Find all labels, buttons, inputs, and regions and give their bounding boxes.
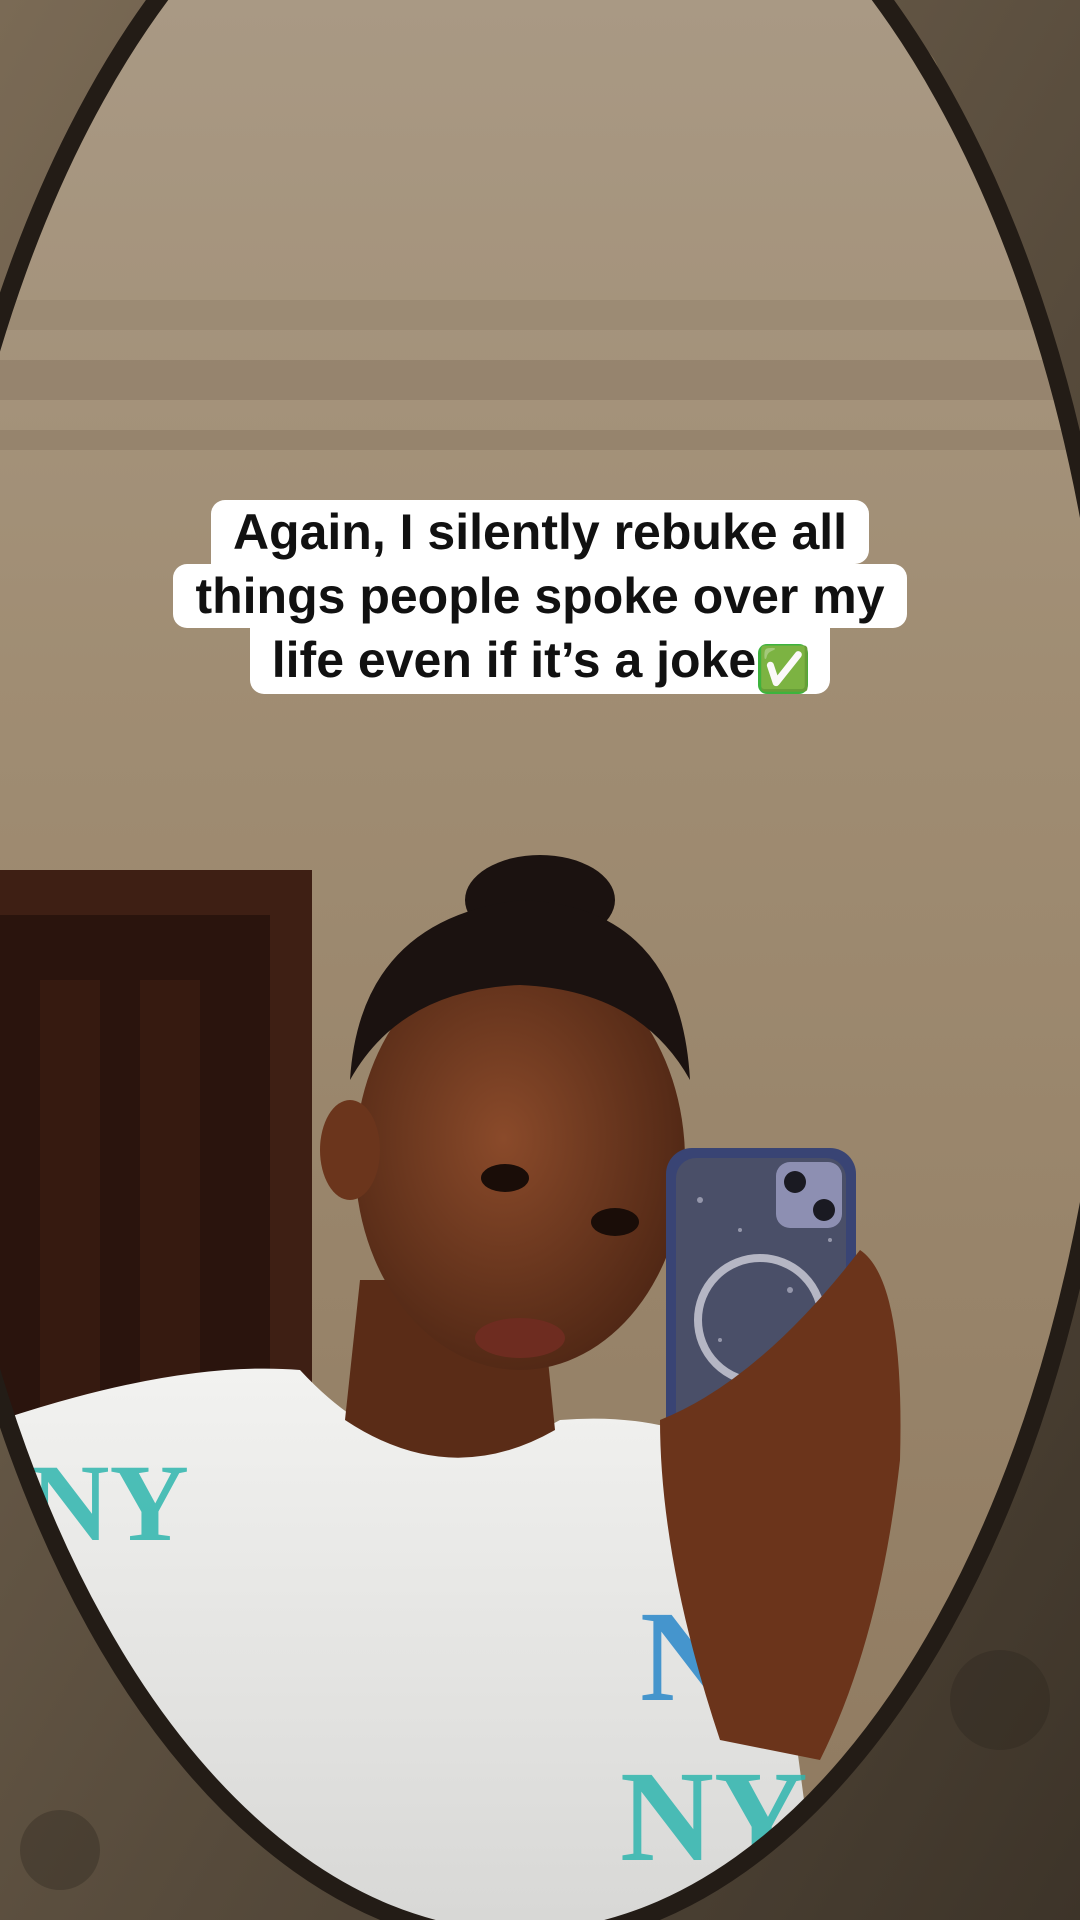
doorway (0, 870, 312, 1430)
caption-line-2: things people spoke over my (173, 564, 907, 628)
caption-line-3-text: life even if it’s a joke (271, 632, 757, 688)
caption-overlay: Again, I silently rebuke all things peop… (0, 500, 1080, 694)
caption-line-1: Again, I silently rebuke all (210, 500, 870, 564)
mirror-selfie-scene: NY NY NY (0, 0, 1080, 1920)
caption-line-3: life even if it’s a joke✅ (249, 628, 831, 694)
selfie-photo: NY NY NY (0, 0, 1080, 1920)
check-mark-button-icon: ✅ (758, 644, 811, 694)
